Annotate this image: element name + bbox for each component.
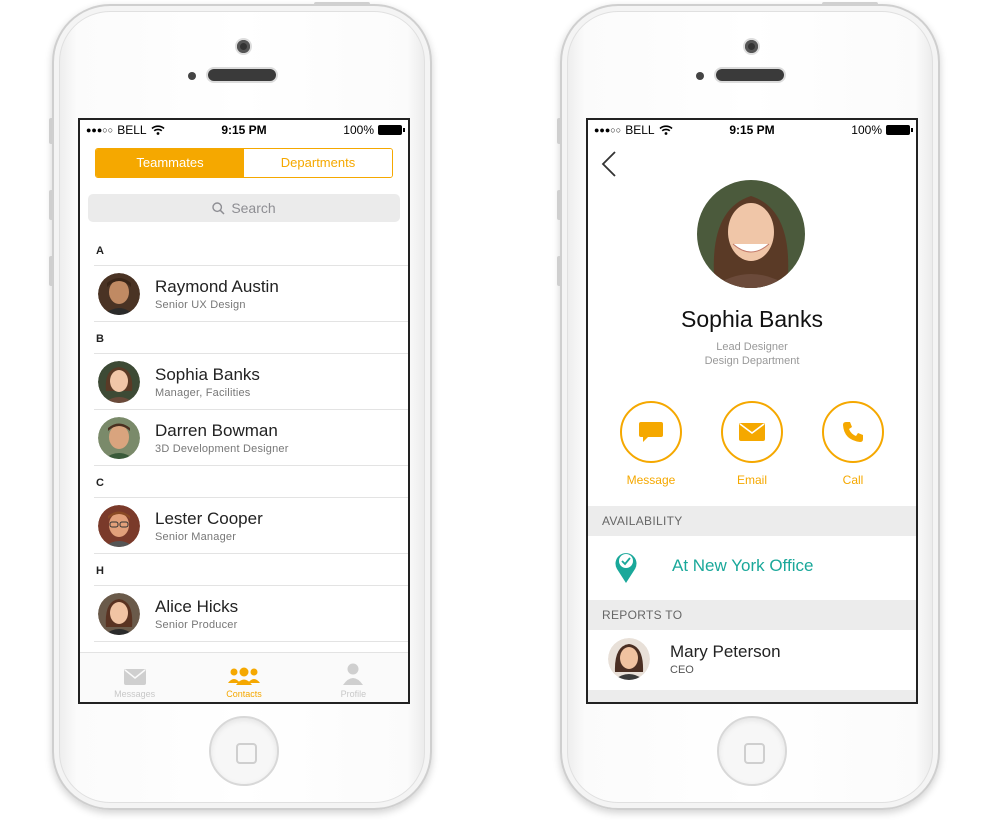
mute-switch	[557, 118, 562, 144]
phone-contacts: ●●●○○ BELL 9:15 PM 100% Teammates Depart…	[49, 2, 432, 810]
tab-bar: Messages Contacts Profile	[80, 652, 408, 702]
tab-label: Contacts	[226, 689, 262, 699]
envelope-icon	[739, 423, 765, 441]
availability-header: AVAILABILITY	[588, 506, 916, 536]
avatar	[98, 417, 140, 459]
contact-row[interactable]: Darren Bowman 3D Development Designer	[94, 410, 408, 466]
proximity-sensor	[696, 72, 704, 80]
phone-profile: ●●●○○ BELL 9:15 PM 100% Sophia Banks Lea…	[557, 2, 940, 810]
power-button	[314, 2, 370, 6]
home-button[interactable]	[209, 716, 279, 786]
action-label: Call	[842, 473, 864, 487]
group-icon	[227, 667, 260, 685]
section-header: A	[94, 234, 408, 266]
call-button[interactable]: Call	[822, 401, 884, 487]
action-label: Message	[626, 473, 676, 487]
tab-contacts[interactable]: Contacts	[189, 653, 298, 702]
message-button[interactable]: Message	[620, 401, 682, 487]
segmented-control: Teammates Departments	[95, 148, 393, 178]
profile-screen: ●●●○○ BELL 9:15 PM 100% Sophia Banks Lea…	[586, 118, 918, 704]
avatar	[98, 505, 140, 547]
volume-down-button	[49, 256, 54, 286]
reports-to-name: Mary Peterson	[670, 642, 781, 661]
profile-role: Lead Designer	[716, 341, 788, 353]
volume-down-button	[557, 256, 562, 286]
contact-title: Senior Producer	[155, 619, 238, 631]
action-label: Email	[736, 473, 767, 487]
contact-row[interactable]: Raymond Austin Senior UX Design	[94, 266, 408, 322]
avatar	[98, 593, 140, 635]
tab-label: Messages	[114, 689, 156, 699]
contact-title: Senior UX Design	[155, 299, 246, 311]
contact-row[interactable]: Sophia Banks Manager, Facilities	[94, 354, 408, 410]
segment-teammates[interactable]: Teammates	[96, 149, 244, 177]
avatar	[608, 638, 650, 680]
location-pin-icon	[615, 553, 637, 583]
contact-name: Sophia Banks	[155, 365, 260, 384]
availability-row[interactable]: At New York Office	[588, 536, 916, 600]
proximity-sensor	[188, 72, 196, 80]
search-placeholder: Search	[231, 200, 276, 216]
back-chevron-icon[interactable]	[600, 150, 618, 178]
availability-status: At New York Office	[672, 556, 814, 575]
contact-title: Senior Manager	[155, 531, 237, 543]
battery-icon	[378, 125, 405, 135]
earpiece-speaker	[208, 69, 276, 81]
front-camera	[745, 40, 758, 53]
tab-label: Profile	[340, 689, 367, 699]
avatar	[98, 361, 140, 403]
section-divider	[588, 690, 916, 702]
search-input[interactable]: Search	[88, 194, 400, 222]
contact-name: Raymond Austin	[155, 277, 279, 296]
person-icon	[343, 663, 364, 685]
chat-bubble-icon	[639, 422, 663, 442]
contacts-screen: ●●●○○ BELL 9:15 PM 100% Teammates Depart…	[78, 118, 410, 704]
mute-switch	[49, 118, 54, 144]
phone-icon	[843, 422, 863, 442]
segment-departments[interactable]: Departments	[244, 149, 392, 177]
reports-to-row[interactable]: Mary Peterson CEO	[588, 630, 916, 690]
front-camera	[237, 40, 250, 53]
section-header: B	[94, 322, 408, 354]
contact-title: Manager, Facilities	[155, 387, 251, 399]
contact-title: 3D Development Designer	[155, 443, 289, 455]
reports-to-title: CEO	[670, 664, 694, 676]
battery-percent: 100%	[343, 123, 374, 137]
contact-row[interactable]: Alice Hicks Senior Producer	[94, 586, 408, 642]
avatar	[98, 273, 140, 315]
power-button	[822, 2, 878, 6]
contact-name: Darren Bowman	[155, 421, 278, 440]
status-bar: ●●●○○ BELL 9:15 PM 100%	[80, 120, 408, 140]
status-bar: ●●●○○ BELL 9:15 PM 100%	[588, 120, 916, 140]
reports-to-header: REPORTS TO	[588, 600, 916, 630]
section-header: C	[94, 466, 408, 498]
volume-up-button	[49, 190, 54, 220]
contact-row[interactable]: Lester Cooper Senior Manager	[94, 498, 408, 554]
home-button[interactable]	[717, 716, 787, 786]
search-icon	[212, 201, 225, 215]
contact-name: Alice Hicks	[155, 597, 239, 616]
profile-name: Sophia Banks	[681, 306, 823, 332]
contact-name: Lester Cooper	[155, 509, 263, 528]
envelope-icon	[123, 669, 146, 685]
tab-profile[interactable]: Profile	[299, 653, 408, 702]
earpiece-speaker	[716, 69, 784, 81]
contact-list: A Raymond Austin Senior UX Design B Soph…	[80, 234, 408, 648]
volume-up-button	[557, 190, 562, 220]
email-button[interactable]: Email	[721, 401, 783, 487]
battery-icon	[886, 125, 913, 135]
battery-percent: 100%	[851, 123, 882, 137]
profile-department: Design Department	[704, 355, 800, 367]
section-header: H	[94, 554, 408, 586]
profile-photo	[697, 180, 805, 288]
tab-messages[interactable]: Messages	[80, 653, 189, 702]
